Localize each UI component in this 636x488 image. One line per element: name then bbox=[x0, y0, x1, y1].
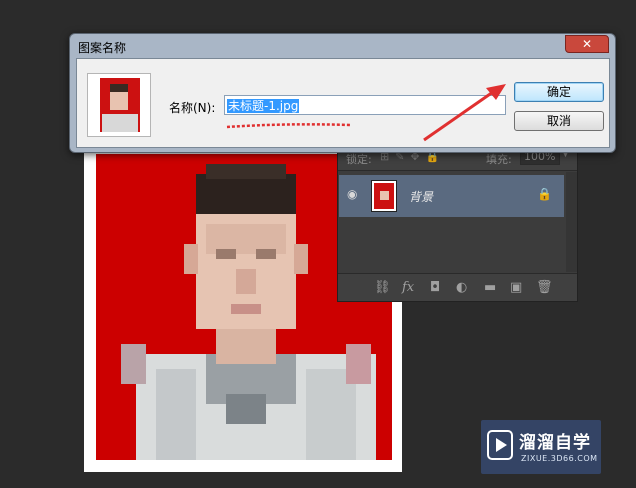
layers-panel: 锁定: ⊞✎✥🔒 填充: 100% ▼ ◉ 背景 🔒 ⛓ fx ◘ ◐ ▬ ▣ … bbox=[337, 144, 578, 302]
layer-row-background[interactable]: ◉ 背景 🔒 bbox=[339, 175, 564, 217]
annotation-underline bbox=[226, 123, 352, 129]
ok-button[interactable]: 确定 bbox=[514, 82, 604, 102]
layers-scrollbar[interactable] bbox=[566, 172, 577, 272]
layer-thumbnail bbox=[371, 180, 397, 212]
eye-icon[interactable]: ◉ bbox=[347, 188, 361, 200]
lock-label: 锁定: bbox=[346, 153, 372, 166]
layer-name[interactable]: 背景 bbox=[409, 188, 433, 205]
name-value: 未标题-1.jpg bbox=[227, 99, 300, 113]
watermark-url: ZIXUE.3D66.COM bbox=[521, 454, 598, 463]
pattern-name-dialog: 图案名称 ✕ 名称(N): 未标题-1.jpg 确定 取消 bbox=[69, 33, 616, 153]
adjustment-icon[interactable]: ◐ bbox=[456, 280, 467, 295]
mask-icon[interactable]: ◘ bbox=[430, 280, 440, 295]
watermark-brand: 溜溜自学 bbox=[519, 433, 591, 453]
cancel-button[interactable]: 取消 bbox=[514, 111, 604, 131]
link-icon[interactable]: ⛓ bbox=[374, 280, 391, 295]
fx-icon[interactable]: fx bbox=[402, 280, 414, 295]
lock-icon[interactable]: 🔒 bbox=[537, 187, 552, 201]
layers-footer: ⛓ fx ◘ ◐ ▬ ▣ 🗑 bbox=[338, 273, 577, 301]
watermark: 溜溜自学 ZIXUE.3D66.COM bbox=[481, 420, 601, 474]
new-layer-icon[interactable]: ▣ bbox=[510, 280, 522, 295]
name-label: 名称(N): bbox=[169, 101, 216, 115]
fill-label: 填充: bbox=[486, 153, 512, 166]
name-input[interactable]: 未标题-1.jpg bbox=[224, 95, 506, 115]
pattern-preview bbox=[87, 73, 151, 137]
close-icon[interactable]: ✕ bbox=[565, 35, 609, 53]
play-logo-icon bbox=[487, 430, 513, 460]
folder-icon[interactable]: ▬ bbox=[484, 280, 496, 295]
dialog-title: 图案名称 bbox=[78, 41, 127, 55]
dialog-body: 名称(N): 未标题-1.jpg 确定 取消 bbox=[76, 58, 610, 148]
trash-icon[interactable]: 🗑 bbox=[536, 280, 553, 295]
